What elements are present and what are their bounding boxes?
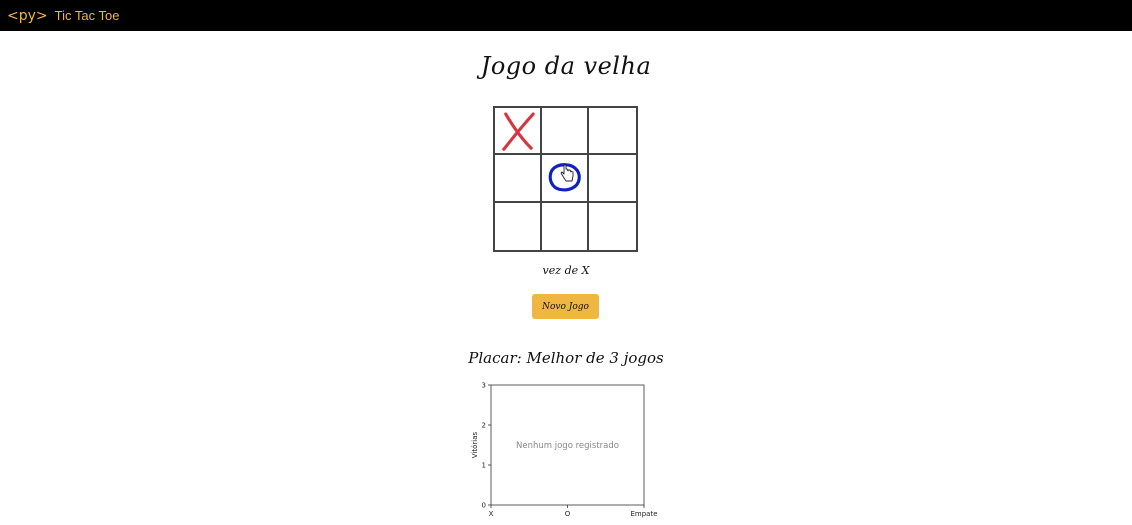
top-bar: <py> Tic Tac Toe — [0, 0, 1132, 31]
y-tick-label-3: 3 — [482, 382, 486, 390]
x-tick-label-2: Empate — [630, 510, 657, 518]
x-tick-label-1: O — [565, 510, 571, 518]
x-tick-label-0: X — [489, 510, 494, 518]
y-axis-label: Vitórias — [471, 431, 479, 458]
board-cell-1[interactable] — [495, 108, 542, 156]
board-cell-7[interactable] — [495, 202, 542, 250]
python-logo: <py> — [7, 7, 48, 24]
board-cell-2[interactable] — [542, 108, 589, 156]
y-tick-label-0: 0 — [482, 502, 486, 510]
page-title: Jogo da velha — [480, 52, 652, 80]
new-game-button[interactable]: Novo Jogo — [532, 294, 599, 319]
board-cell-4[interactable] — [495, 155, 542, 203]
y-tick-label-2: 2 — [482, 422, 486, 430]
app-title: Tic Tac Toe — [54, 8, 120, 23]
board-cell-8[interactable] — [542, 202, 589, 250]
board-cell-9[interactable] — [589, 202, 636, 250]
turn-indicator: vez de X — [542, 264, 590, 277]
empty-chart-message: Nenhum jogo registrado — [516, 441, 619, 451]
board-cell-3[interactable] — [589, 108, 636, 156]
score-chart: 0 1 2 3 X O Empate Vitórias Nenhum jogo registra… — [471, 382, 658, 519]
board-cell-6[interactable] — [589, 155, 636, 203]
hand-cursor-icon — [560, 164, 574, 182]
x-mark-icon — [502, 112, 535, 151]
y-tick-label-1: 1 — [482, 462, 486, 470]
score-title: Placar: Melhor de 3 jogos — [468, 349, 664, 367]
